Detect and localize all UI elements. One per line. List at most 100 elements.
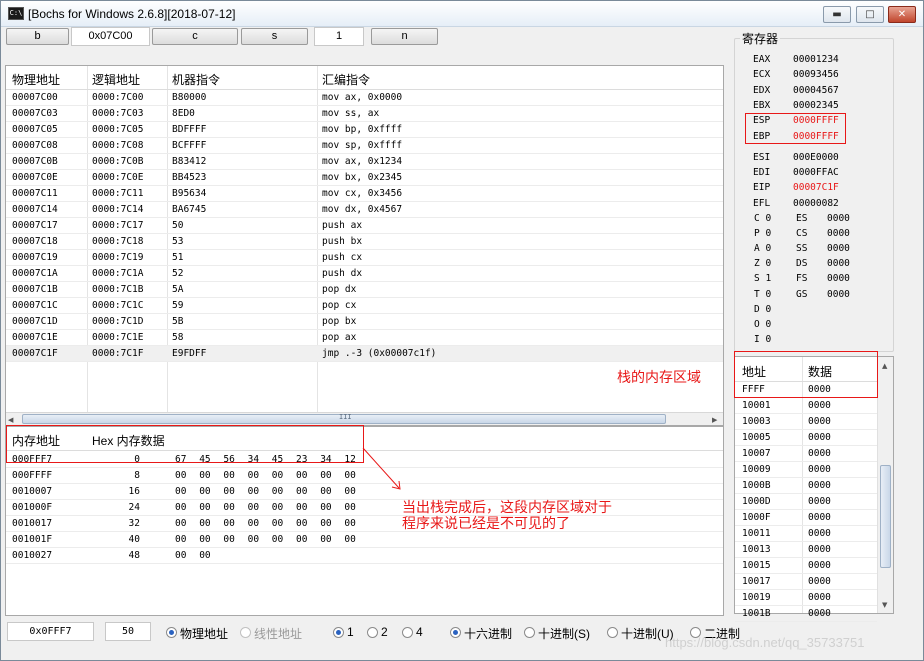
memory-row[interactable]: 001001F 40 00 00 00 00 00 00 00 00 — [6, 532, 723, 548]
stack-address-cell: 10001 — [742, 400, 771, 411]
stack-row[interactable]: 1001B 0000 — [735, 606, 877, 622]
radio-width-1[interactable] — [333, 627, 344, 638]
disasm-cell: 0000:7C1C — [92, 300, 144, 311]
disasm-cell: 0000:7C17 — [92, 220, 144, 231]
disasm-row[interactable]: 00007C08 0000:7C08 BCFFFF mov sp, 0xffff — [6, 138, 723, 154]
stack-row[interactable]: 10019 0000 — [735, 590, 877, 606]
stack-row[interactable]: 1000B 0000 — [735, 478, 877, 494]
scroll-down-arrow-icon[interactable]: ▼ — [882, 601, 887, 609]
disasm-cell: BDFFFF — [172, 124, 207, 135]
stack-vscroll-thumb[interactable] — [880, 465, 891, 568]
memory-byte-cell: 00 — [296, 470, 308, 481]
step-button[interactable]: s — [241, 28, 308, 45]
next-button[interactable]: n — [371, 28, 438, 45]
disasm-cell: 52 — [172, 268, 184, 279]
disasm-row[interactable]: 00007C1D 0000:7C1D 5B pop bx — [6, 314, 723, 330]
disasm-cell: 0000:7C0B — [92, 156, 144, 167]
disasm-row[interactable]: 00007C00 0000:7C00 B80000 mov ax, 0x0000 — [6, 90, 723, 106]
memory-byte-cell: 00 — [247, 470, 260, 481]
disasm-cell: 50 — [172, 220, 184, 231]
stack-address-cell: 10007 — [742, 448, 771, 459]
radio-linear-address-label[interactable]: 线性地址 — [254, 625, 302, 642]
memory-byte-cell: 00 — [320, 502, 332, 513]
disasm-hscrollbar[interactable]: ◀ III ▶ — [6, 412, 723, 425]
disasm-row[interactable]: 00007C11 0000:7C11 B95634 mov cx, 0x3456 — [6, 186, 723, 202]
continue-button[interactable]: c — [152, 28, 238, 45]
disasm-cell: 00007C1B — [12, 284, 58, 295]
breakpoint-address-input[interactable]: 0x07C00 — [71, 27, 150, 46]
memory-address-input[interactable]: 0x0FFF7 — [7, 622, 94, 641]
disasm-cell: pop ax — [322, 332, 357, 343]
stack-data-cell: 0000 — [808, 576, 831, 587]
disasm-row[interactable]: 00007C18 0000:7C18 53 push bx — [6, 234, 723, 250]
stack-row[interactable]: 10001 0000 — [735, 398, 877, 414]
radio-decimal-unsigned[interactable] — [607, 627, 618, 638]
scroll-left-arrow-icon[interactable]: ◀ — [8, 416, 13, 424]
radio-width-4[interactable] — [402, 627, 413, 638]
register-value: 000E0000 — [793, 151, 839, 163]
disasm-row[interactable]: 00007C17 0000:7C17 50 push ax — [6, 218, 723, 234]
radio-hex[interactable] — [450, 627, 461, 638]
disasm-row[interactable]: 00007C19 0000:7C19 51 push cx — [6, 250, 723, 266]
radio-decimal-signed-label[interactable]: 十进制(S) — [538, 625, 590, 642]
disasm-row[interactable]: 00007C1C 0000:7C1C 59 pop cx — [6, 298, 723, 314]
disasm-row[interactable]: 00007C05 0000:7C05 BDFFFF mov bp, 0xffff — [6, 122, 723, 138]
register-value: 00001234 — [793, 54, 839, 65]
scroll-up-arrow-icon[interactable]: ▲ — [882, 362, 887, 370]
disasm-row[interactable]: 00007C0E 0000:7C0E BB4523 mov bx, 0x2345 — [6, 170, 723, 186]
radio-physical-address[interactable] — [166, 627, 177, 638]
stack-row[interactable]: 10015 0000 — [735, 558, 877, 574]
disasm-row[interactable]: 00007C14 0000:7C14 BA6745 mov dx, 0x4567 — [6, 202, 723, 218]
disasm-cell: 00007C00 — [12, 92, 58, 103]
stack-row[interactable]: 10013 0000 — [735, 542, 877, 558]
radio-width-2-label[interactable]: 2 — [381, 625, 388, 639]
disasm-row[interactable]: 00007C1E 0000:7C1E 58 pop ax — [6, 330, 723, 346]
disasm-cell: 59 — [172, 300, 184, 311]
stack-vscrollbar[interactable]: ▲ ▼ — [877, 357, 893, 613]
stack-row[interactable]: 10009 0000 — [735, 462, 877, 478]
stack-row[interactable]: 1000D 0000 — [735, 494, 877, 510]
stack-row[interactable]: 10017 0000 — [735, 574, 877, 590]
maximize-button[interactable]: □ — [856, 6, 884, 23]
memory-offset-cell: 8 — [134, 470, 140, 481]
stack-address-cell: 10013 — [742, 544, 771, 555]
register-esi: ESI 000E0000 — [753, 152, 903, 167]
disasm-hscroll-thumb[interactable]: III — [22, 413, 666, 424]
disasm-row[interactable]: 00007C1A 0000:7C1A 52 push dx — [6, 266, 723, 282]
register-ecx: ECX 00093456 — [753, 69, 903, 84]
disasm-row[interactable]: 00007C03 0000:7C03 8ED0 mov ss, ax — [6, 106, 723, 122]
disasm-cell: 0000:7C05 — [92, 124, 144, 135]
disasm-row[interactable]: 00007C1F 0000:7C1F E9FDFF jmp .-3 (0x00007c… — [6, 346, 723, 362]
memory-row[interactable]: 0010027 48 00 00 — [6, 548, 723, 564]
radio-linear-address[interactable] — [240, 627, 251, 638]
radio-physical-address-label[interactable]: 物理地址 — [180, 625, 228, 642]
stack-row[interactable]: 10005 0000 — [735, 430, 877, 446]
disasm-cell: mov ss, ax — [322, 108, 380, 119]
radio-width-2[interactable] — [367, 627, 378, 638]
breakpoint-button[interactable]: b — [6, 28, 69, 45]
close-button[interactable]: ✕ — [888, 6, 916, 23]
memory-byte-cell: 00 — [175, 470, 187, 481]
disasm-row[interactable]: 00007C0B 0000:7C0B B83412 mov ax, 0x1234 — [6, 154, 723, 170]
stack-row[interactable]: 10003 0000 — [735, 414, 877, 430]
disasm-row[interactable]: 00007C1B 0000:7C1B 5A pop dx — [6, 282, 723, 298]
memory-byte-cell: 00 — [199, 518, 211, 529]
memory-byte-cell: 00 — [320, 534, 332, 545]
memory-length-input[interactable]: 50 — [105, 622, 151, 641]
scroll-right-arrow-icon[interactable]: ▶ — [712, 416, 717, 424]
stack-row[interactable]: 10007 0000 — [735, 446, 877, 462]
memory-byte-cell: 00 — [247, 534, 260, 545]
step-count-input[interactable]: 1 — [314, 27, 364, 46]
minimize-button[interactable]: ▬ — [823, 6, 851, 23]
memory-row[interactable]: 001000F 24 00 00 00 00 00 00 00 00 — [6, 500, 723, 516]
memory-byte-cell: 00 — [344, 518, 356, 529]
stack-row[interactable]: 1000F 0000 — [735, 510, 877, 526]
radio-decimal-signed[interactable] — [524, 627, 535, 638]
radio-hex-label[interactable]: 十六进制 — [464, 625, 512, 642]
radio-width-4-label[interactable]: 4 — [416, 625, 423, 639]
radio-width-1-label[interactable]: 1 — [347, 625, 354, 639]
disasm-cell: BB4523 — [172, 172, 207, 183]
stack-address-cell: 10011 — [742, 528, 771, 539]
memory-row[interactable]: 0010017 32 00 00 00 00 00 00 00 00 — [6, 516, 723, 532]
stack-row[interactable]: 10011 0000 — [735, 526, 877, 542]
